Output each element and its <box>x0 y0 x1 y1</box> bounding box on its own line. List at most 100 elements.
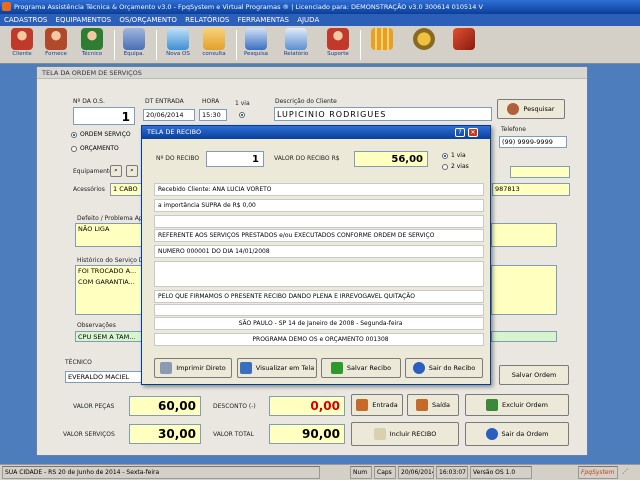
report-icon <box>285 28 307 50</box>
resize-grip-icon[interactable]: ⋰ <box>620 466 638 479</box>
tools-icon <box>413 28 435 50</box>
preview-button[interactable]: Visualizar em Tela <box>237 358 317 378</box>
exit-order-button[interactable]: Sair da Ordem <box>465 422 569 446</box>
status-city-date: SUA CIDADE - RS 20 de Junho de 2014 - Se… <box>2 466 320 479</box>
defect-label: Defeito / Problema Ap... <box>77 215 149 222</box>
toolbar-consulta-button[interactable]: consulta <box>198 28 230 62</box>
menu-ajuda[interactable]: AJUDA <box>297 16 319 24</box>
toolbar-suporte-button[interactable]: Suporte <box>322 28 354 62</box>
client-field[interactable]: LUPICINIO RODRIGUES <box>274 107 492 121</box>
radio-ordem-servico[interactable]: ORDEM SERVIÇO <box>71 131 131 138</box>
receipt-line[interactable] <box>154 215 484 228</box>
serial-field[interactable]: 987813 <box>492 183 570 196</box>
supplier-icon <box>45 28 67 50</box>
delete-icon <box>485 399 498 411</box>
receipt-line[interactable] <box>154 261 484 287</box>
toolbar-exit-button[interactable] <box>448 28 480 62</box>
search-client-button[interactable]: Pesquisar <box>497 99 565 119</box>
search-folder-icon <box>203 28 225 50</box>
defect-field[interactable]: NÃO LIGA <box>75 223 143 247</box>
delete-order-button[interactable]: Excluir Ordem <box>465 394 569 416</box>
menu-relatorios[interactable]: RELATÓRIOS <box>185 16 229 24</box>
exit-icon <box>453 28 475 50</box>
receipt-line[interactable]: PROGRAMA DEMO OS e ORÇAMENTO 001308 <box>154 333 484 346</box>
equipment-zoom-button[interactable]: ⌕ <box>126 165 138 177</box>
receipt-number-label: Nº DO RECIBO <box>156 155 200 162</box>
exit-stock-button[interactable]: Saída <box>407 394 459 416</box>
menu-os-orcamento[interactable]: OS/ORÇAMENTO <box>119 16 177 24</box>
receipt-two-vias-radio[interactable]: 2 vias <box>442 163 469 170</box>
save-receipt-button[interactable]: Salvar Recibo <box>321 358 401 378</box>
toolbar-nova-os-button[interactable]: Nova OS <box>162 28 194 62</box>
help-icon: ? <box>458 129 462 136</box>
menu-cadastros[interactable]: CADASTROS <box>4 16 47 24</box>
os-number-field[interactable]: 1 <box>73 107 135 125</box>
receipt-line[interactable]: Recebido Cliente: ANA LUCIA VORETO <box>154 183 484 196</box>
one-via-radio[interactable] <box>239 111 248 118</box>
toolbar-tools-button[interactable] <box>408 28 440 62</box>
observations-field[interactable]: CPU SEM A TAM... <box>75 331 143 342</box>
close-icon: ✕ <box>470 129 476 136</box>
entry-date-label: DT ENTRADA <box>145 98 184 105</box>
print-direct-button[interactable]: Imprimir Direto <box>154 358 232 378</box>
close-button[interactable]: ✕ <box>468 128 478 137</box>
parts-value-field[interactable]: 60,00 <box>129 396 201 416</box>
defect-field-right[interactable] <box>491 223 557 247</box>
entry-button[interactable]: Entrada <box>351 394 403 416</box>
receipt-one-via-radio[interactable]: 1 via <box>442 152 466 159</box>
menu-equipamentos[interactable]: EQUIPAMENTOS <box>56 16 112 24</box>
client-description-label: Descrição do Cliente <box>275 98 337 105</box>
receipt-line[interactable] <box>154 304 484 316</box>
observations-field-right[interactable] <box>491 331 557 342</box>
save-order-button[interactable]: Salvar Ordem <box>499 365 569 385</box>
technician-icon <box>81 28 103 50</box>
include-receipt-button[interactable]: Incluir RECIBO <box>351 422 459 446</box>
new-order-icon <box>167 28 189 50</box>
entry-date-field[interactable]: 20/06/2014 <box>143 109 195 121</box>
equipment-search-button[interactable]: ⌕ <box>110 165 122 177</box>
receipt-value-label: VALOR DO RECIBO R$ <box>274 155 340 162</box>
radio-dot-icon <box>71 145 77 152</box>
hour-field[interactable]: 15:30 <box>199 109 227 121</box>
receipt-number-field[interactable]: 1 <box>206 151 264 167</box>
research-icon <box>245 28 267 50</box>
box-in-icon <box>356 399 369 411</box>
status-date: 20/06/2014 <box>398 466 434 479</box>
toolbar-fornece-button[interactable]: Fornece <box>40 28 72 62</box>
history-line-2: COM GARANTIA... <box>78 278 135 286</box>
receipt-value-field[interactable]: 56,00 <box>354 151 428 167</box>
status-bar: SUA CIDADE - RS 20 de Junho de 2014 - Se… <box>0 464 640 480</box>
toolbar-pesquisa-button[interactable]: Pesquisa <box>240 28 272 62</box>
box-out-icon <box>415 399 428 411</box>
services-value-field[interactable]: 30,00 <box>129 424 201 444</box>
history-label: Histórico do Serviço D... <box>77 257 150 264</box>
toolbar-relatorio-button[interactable]: Relatório <box>280 28 312 62</box>
total-value-label: VALOR TOTAL <box>213 431 254 438</box>
history-field-right[interactable] <box>491 265 557 315</box>
os-number-label: Nº DA O.S. <box>73 98 105 105</box>
toolbar-equipamento-button[interactable]: Equipa. <box>118 28 150 62</box>
receipt-line[interactable]: a importância SUPRA de R$ 0,00 <box>154 199 484 212</box>
toolbar-cliente-button[interactable]: Cliente <box>6 28 38 62</box>
equipment-extra-field[interactable] <box>510 166 570 178</box>
equipment-icon <box>123 28 145 50</box>
app-icon <box>2 2 11 11</box>
history-field[interactable]: FOI TROCADO A... COM GARANTIA... <box>75 265 143 315</box>
receipt-line[interactable]: PELO QUE FIRMAMOS O PRESENTE RECIBO DAND… <box>154 290 484 303</box>
radio-orcamento[interactable]: ORÇAMENTO <box>71 145 119 152</box>
exit-receipt-button[interactable]: Sair do Recibo <box>405 358 483 378</box>
services-value-label: VALOR SERVIÇOS <box>63 431 115 438</box>
discount-field[interactable]: 0,00 <box>269 396 345 416</box>
help-button[interactable]: ? <box>455 128 465 137</box>
receipt-line[interactable]: REFERENTE AOS SERVIÇOS PRESTADOS e/ou EX… <box>154 229 484 242</box>
toolbar-calculator-button[interactable] <box>366 28 398 62</box>
total-value-field[interactable]: 90,00 <box>269 424 345 444</box>
toolbar-tecnico-button[interactable]: Técnico <box>76 28 108 62</box>
menu-ferramentas[interactable]: FERRAMENTAS <box>238 16 289 24</box>
phone-field[interactable]: (99) 9999-9999 <box>499 136 567 148</box>
receipt-line[interactable]: SÃO PAULO - SP 14 de Janeiro de 2008 - S… <box>154 317 484 330</box>
receipt-dialog-title: TELA DE RECIBO <box>142 126 490 139</box>
receipt-icon <box>373 428 386 440</box>
receipt-line[interactable]: NUMERO 000001 DO DIA 14/01/2008 <box>154 245 484 258</box>
service-order-window-title: TELA DA ORDEM DE SERVIÇOS <box>37 67 587 79</box>
